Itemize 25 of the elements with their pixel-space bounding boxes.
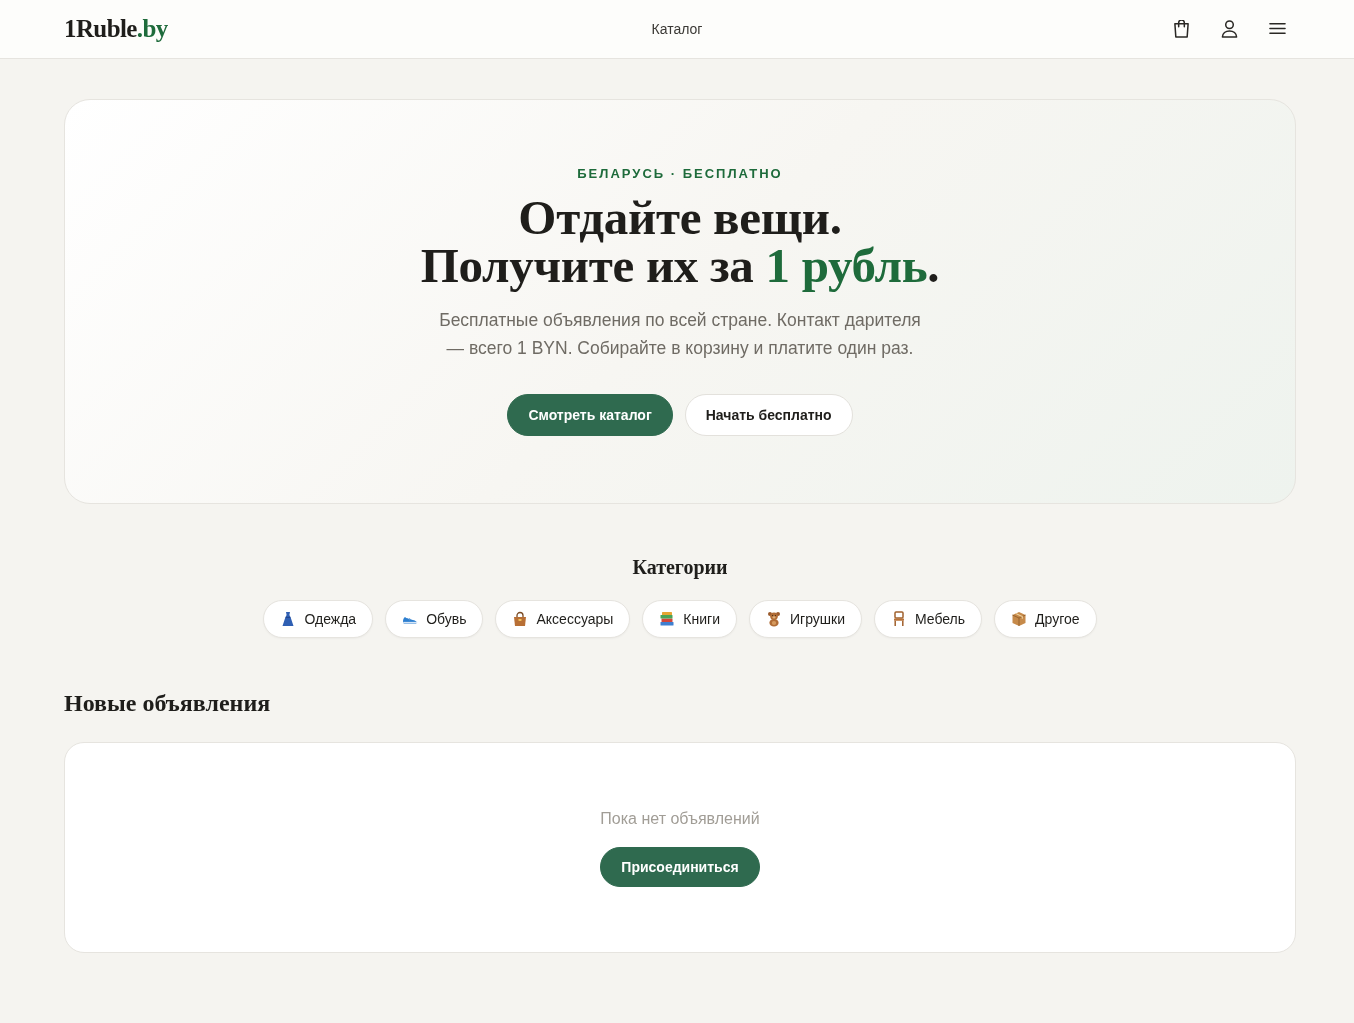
category-chip[interactable]: Одежда <box>263 600 374 638</box>
category-chip[interactable]: Обувь <box>385 600 484 638</box>
user-icon <box>1220 20 1238 38</box>
books-icon <box>659 611 676 627</box>
nav-link[interactable]: Каталог <box>651 20 703 38</box>
eyebrow-text: БЕЛАРУСЬ · БЕСПЛАТНО <box>577 166 783 182</box>
chair-icon <box>891 611 907 627</box>
primary-button[interactable]: Смотреть каталог <box>507 394 673 436</box>
logo[interactable]: 1Ruble.by <box>64 14 168 44</box>
category-chip[interactable]: Другое <box>994 600 1097 638</box>
category-chip[interactable]: Аксессуары <box>495 600 631 638</box>
primary-button[interactable]: Присоединиться <box>600 847 760 887</box>
teddy-bear-icon <box>766 611 782 627</box>
category-chip[interactable]: Мебель <box>874 600 983 638</box>
section-heading: Категории <box>632 555 728 580</box>
section-heading: Новые объявления <box>64 689 271 718</box>
category-chip[interactable]: Книги <box>642 600 737 638</box>
box-icon <box>1011 611 1028 627</box>
handbag-icon <box>512 611 529 627</box>
hero-subtitle: Бесплатные объявления по всей стране. Контакт дарителя — всего 1 BYN. Собирайте в корзину и платите один раз. <box>438 309 922 360</box>
hero-heading: Отдайте вещи. Получите их за 1 рубль. <box>420 194 940 290</box>
category-chip[interactable]: Игрушки <box>749 600 862 638</box>
empty-state-text: Пока нет объявлений <box>600 809 760 829</box>
secondary-button[interactable]: Начать бесплатно <box>684 394 853 436</box>
shopping-bag-icon <box>1172 20 1190 38</box>
